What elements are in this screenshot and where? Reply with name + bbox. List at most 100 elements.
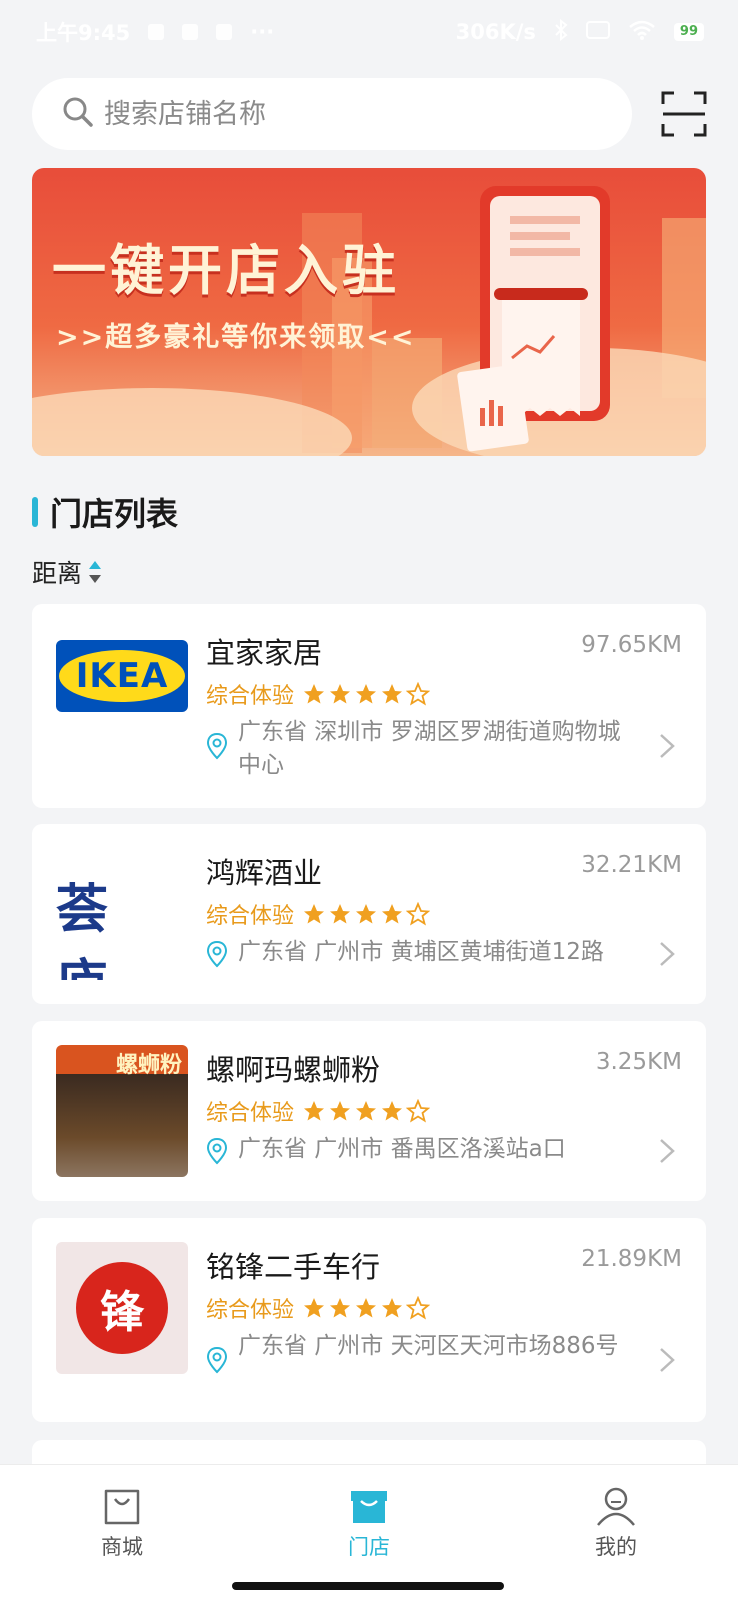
banner-illustration (32, 186, 706, 456)
store-card-mingfeng[interactable]: 锋 铭锋二手车行 21.89KM 综合体验 广东省 广州市 天河区天河市场886… (32, 1218, 706, 1422)
star-empty-icon (406, 1099, 431, 1123)
banner-subtitle: >>超多豪礼等你来领取<< (56, 322, 416, 353)
scan-button[interactable] (660, 90, 708, 138)
app-notification-icon (182, 24, 199, 40)
location-pin-icon (206, 1137, 228, 1165)
search-box[interactable] (32, 78, 632, 150)
star-filled-icon (330, 1298, 351, 1318)
star-empty-icon (406, 902, 431, 926)
chevron-right-icon (660, 734, 675, 758)
section-title-text: 门店列表 (50, 495, 179, 533)
star-filled-icon (382, 1101, 403, 1121)
section-accent-bar (32, 497, 38, 527)
bag-icon (104, 1489, 140, 1525)
store-name: 铭锋二手车行 (206, 1250, 381, 1284)
store-logo-text: 荟 庐 (56, 880, 115, 980)
location-pin-icon (206, 732, 228, 760)
star-filled-icon (304, 684, 325, 704)
search-icon (62, 96, 94, 132)
rating-label: 综合体验 (206, 1298, 295, 1323)
promo-banner[interactable]: 一键开店入驻 >>超多豪礼等你来领取<< (32, 168, 706, 456)
ikea-logo-oval: IKEA (59, 650, 185, 702)
star-filled-icon (382, 684, 403, 704)
store-card-luosifen[interactable]: 螺蛳粉 螺啊玛螺蛳粉 3.25KM 综合体验 广东省 广州市 番禺区洛溪站a口 (32, 1021, 706, 1201)
rating-label: 综合体验 (206, 904, 295, 929)
star-filled-icon (304, 1101, 325, 1121)
bluetooth-icon (554, 18, 568, 46)
store-rating: 综合体验 (206, 898, 431, 930)
store-address: 广东省 广州市 天河区天河市场886号 (238, 1333, 619, 1359)
status-more-dots: ··· (250, 20, 275, 44)
store-logo-text: 螺蛳粉 (115, 1053, 182, 1078)
star-filled-icon (330, 1101, 351, 1121)
star-empty-icon (406, 682, 431, 706)
store-logo-text: IKEA (75, 656, 169, 696)
star-empty-icon (406, 1296, 431, 1320)
chevron-right-icon (660, 1348, 675, 1372)
store-logo: 螺蛳粉 (56, 1045, 188, 1177)
store-card-honghui[interactable]: 荟 庐 鸿辉酒业 32.21KM 综合体验 广东省 广州市 黄埔区黄埔街道12路 (32, 824, 706, 1004)
tab-mall[interactable]: 商城 (62, 1483, 182, 1561)
mingfeng-logo-seal: 锋 (76, 1262, 168, 1354)
store-logo: IKEA (56, 640, 188, 712)
store-name: 鸿辉酒业 (206, 856, 323, 890)
store-logo: 锋 (56, 1242, 188, 1374)
search-row (32, 78, 708, 150)
section-title: 门店列表 (32, 492, 179, 533)
rating-label: 综合体验 (206, 1101, 295, 1126)
star-filled-icon (356, 684, 377, 704)
star-filled-icon (304, 1298, 325, 1318)
store-icon (351, 1491, 387, 1523)
chevron-right-icon (660, 1139, 675, 1163)
store-address: 广东省 深圳市 罗湖区罗湖街道购物城中心 (238, 719, 621, 778)
store-rating: 综合体验 (206, 678, 431, 710)
location-pin-icon (206, 940, 228, 968)
location-pin-icon (206, 1346, 228, 1374)
search-input[interactable] (104, 98, 584, 130)
scan-icon (661, 91, 707, 137)
store-name: 螺啊玛螺蛳粉 (206, 1053, 381, 1087)
network-speed: 306K/s (455, 20, 536, 44)
star-filled-icon (356, 904, 377, 924)
sort-distance-button[interactable]: 距离 (32, 554, 102, 590)
store-address: 广东省 广州市 番禺区洛溪站a口 (238, 1136, 566, 1162)
star-filled-icon (382, 904, 403, 924)
store-distance: 3.25KM (595, 1049, 682, 1075)
store-distance: 32.21KM (581, 852, 682, 878)
tab-label: 我的 (595, 1535, 637, 1559)
tab-label: 商城 (101, 1535, 143, 1559)
sim-icon (585, 20, 610, 45)
tab-store[interactable]: 门店 (309, 1483, 429, 1561)
store-card-ikea[interactable]: IKEA 宜家家居 97.65KM 综合体验 广东省 深圳市 罗湖区罗湖街道购物… (32, 604, 706, 808)
star-filled-icon (356, 1298, 377, 1318)
tab-label: 门店 (348, 1535, 390, 1559)
store-distance: 97.65KM (581, 632, 682, 658)
star-filled-icon (382, 1298, 403, 1318)
store-rating: 综合体验 (206, 1095, 431, 1127)
chevron-right-icon (660, 942, 675, 966)
star-filled-icon (330, 684, 351, 704)
sort-label: 距离 (32, 559, 83, 588)
status-bar-right: 306K/s 99 (455, 18, 704, 46)
bottom-tab-bar: 商城 门店 我的 (0, 1464, 738, 1600)
wifi-icon (628, 19, 656, 46)
status-bar-left: 上午9:45 ··· (36, 17, 274, 47)
star-filled-icon (356, 1101, 377, 1121)
battery-icon: 99 (673, 23, 704, 41)
shield-icon (148, 24, 165, 40)
home-indicator[interactable] (232, 1582, 504, 1590)
sort-arrows-icon (89, 561, 102, 583)
android-icon (216, 24, 233, 40)
store-name: 宜家家居 (206, 636, 323, 670)
status-bar: 上午9:45 ··· 306K/s 99 (0, 0, 738, 64)
tab-mine[interactable]: 我的 (556, 1483, 676, 1561)
store-logo: 荟 庐 (56, 848, 188, 980)
star-filled-icon (304, 904, 325, 924)
store-address: 广东省 广州市 黄埔区黄埔街道12路 (238, 939, 604, 965)
banner-title: 一键开店入驻 (52, 239, 400, 302)
status-time: 上午9:45 (36, 21, 131, 45)
store-distance: 21.89KM (581, 1246, 682, 1272)
rating-label: 综合体验 (206, 684, 295, 709)
store-logo-text: 锋 (100, 1287, 144, 1338)
store-rating: 综合体验 (206, 1292, 431, 1324)
